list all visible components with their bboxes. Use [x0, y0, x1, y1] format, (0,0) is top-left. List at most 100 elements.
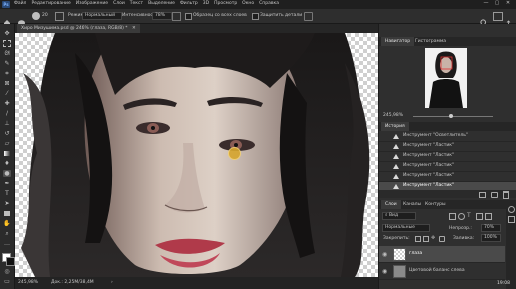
menu-window[interactable]: Окно [242, 1, 254, 6]
history-item[interactable]: Инструмент "Ластик" [379, 152, 516, 162]
quick-select-tool-icon[interactable]: ✎ [3, 60, 11, 67]
hand-tool-icon[interactable]: ✋ [3, 220, 11, 227]
share-icon[interactable] [505, 12, 512, 27]
home-icon[interactable] [3, 12, 11, 26]
menu-layers[interactable]: Слои [113, 1, 125, 6]
fill-field[interactable]: 100% [481, 234, 501, 242]
brush-settings-icon[interactable] [55, 12, 64, 21]
menu-text[interactable]: Текст [130, 1, 143, 6]
layer-row[interactable]: ◉ глаза [379, 246, 505, 263]
crop-tool-icon[interactable]: ⌗ [3, 70, 11, 77]
gradient-tool-icon[interactable] [3, 150, 11, 157]
visibility-eye-icon[interactable]: ◉ [382, 268, 387, 275]
healing-brush-tool-icon[interactable]: ✚ [3, 100, 11, 107]
lock-pixels-icon[interactable] [415, 236, 421, 242]
tab-layers[interactable]: Слои [381, 200, 401, 209]
sponge-tool-icon-active[interactable]: ● [3, 170, 11, 177]
menu-edit[interactable]: Редактирование [31, 1, 70, 6]
camera-icon[interactable] [491, 192, 498, 198]
main-menu: Файл Редактирование Изображение Слои Текст Вы… [14, 1, 284, 7]
maximize-button[interactable]: ▢ [493, 1, 501, 6]
type-tool-icon[interactable]: T [3, 190, 11, 197]
airbrush-icon[interactable] [172, 12, 181, 21]
history-item[interactable]: Инструмент "Ластик" [379, 172, 516, 182]
blend-mode-select[interactable]: Нормальные [382, 224, 430, 232]
lock-label: Закрепить: [383, 236, 410, 241]
screen-mode-icon[interactable]: ▭ [3, 278, 11, 285]
protect-detail-checkbox[interactable] [252, 13, 259, 20]
lasso-tool-icon[interactable]: ᘛ [3, 50, 11, 57]
history-item[interactable]: Инструмент "Ластик" [379, 162, 516, 172]
blur-tool-icon[interactable]: ♦ [3, 160, 11, 167]
intensity-field[interactable]: 78% [152, 12, 172, 20]
lock-brush-icon[interactable] [423, 236, 429, 242]
menu-file[interactable]: Файл [14, 1, 26, 6]
close-window-button[interactable]: ✕ [504, 1, 512, 6]
menu-filter[interactable]: Фильтр [180, 1, 198, 6]
history-item[interactable]: Инструмент "Осветлитель" [379, 132, 516, 142]
menu-help[interactable]: Справка [259, 1, 279, 6]
background-color-swatch[interactable] [6, 257, 15, 266]
close-document-icon[interactable]: ✕ [132, 26, 136, 31]
document-canvas[interactable] [15, 33, 378, 277]
history-item[interactable]: Инструмент "Ластик" [379, 142, 516, 152]
clone-stamp-tool-icon[interactable]: ⊥ [3, 120, 11, 127]
filter-adjust-icon[interactable] [458, 213, 465, 220]
zoom-tool-icon[interactable]: ⌕ [3, 230, 11, 237]
layer-row[interactable]: ◉ Цветовой баланс слева [379, 263, 505, 280]
trash-icon[interactable] [503, 191, 509, 199]
pressure-icon[interactable] [304, 12, 313, 21]
status-zoom[interactable]: 245,98% [18, 280, 38, 286]
tool-icon [393, 134, 399, 139]
properties-panel-icon[interactable] [508, 216, 515, 223]
mode-select[interactable]: Нормальный [82, 12, 122, 20]
path-select-tool-icon[interactable]: ➤ [3, 200, 11, 207]
filter-type-icon[interactable]: T [467, 212, 471, 219]
frame-tool-icon[interactable]: ⊠ [3, 80, 11, 87]
sample-all-checkbox[interactable] [185, 13, 192, 20]
history-item-label: Инструмент "Осветлитель" [403, 133, 468, 138]
filter-shape-icon[interactable] [476, 213, 483, 220]
search-icon[interactable] [480, 12, 488, 27]
navigator-slider-knob[interactable] [449, 114, 453, 118]
status-arrow-icon[interactable]: › [111, 280, 113, 286]
pen-tool-icon[interactable]: ✒ [3, 180, 11, 187]
lock-all-icon[interactable] [439, 236, 445, 242]
document-tab[interactable]: Хиро Мизушима.psd @ 246% (глаза, RGB/8) … [17, 24, 140, 33]
history-brush-tool-icon[interactable]: ↺ [3, 130, 11, 137]
menu-3d[interactable]: 3D [203, 1, 209, 6]
workspace-icon[interactable] [493, 12, 503, 21]
layer-name[interactable]: Цветовой баланс слева [409, 268, 465, 274]
marquee-tool-icon[interactable] [3, 40, 11, 47]
menu-view[interactable]: Просмотр [214, 1, 237, 6]
move-tool-icon[interactable]: ✥ [3, 30, 11, 37]
navigator-zoom[interactable]: 245,98% [383, 113, 403, 119]
menu-select[interactable]: Выделение [148, 1, 175, 6]
rectangle-tool-icon[interactable] [3, 210, 11, 217]
eraser-tool-icon[interactable]: ▱ [3, 140, 11, 147]
snapshot-icon[interactable] [479, 192, 486, 198]
tab-histogram[interactable]: Гистограмма [411, 37, 450, 46]
layer-kind-filter[interactable]: ⌕ Вид [382, 212, 416, 220]
tool-icon [393, 174, 399, 179]
tab-paths[interactable]: Контуры [421, 200, 450, 209]
navigator-tabs: Навигатор Гистограмма [379, 37, 516, 46]
filter-smart-icon[interactable] [485, 213, 492, 220]
eyedropper-tool-icon[interactable]: ⁄ [3, 90, 11, 97]
lock-move-icon[interactable]: ✥ [431, 235, 435, 241]
quick-mask-icon[interactable]: ◎ [3, 268, 11, 275]
more-tools-icon[interactable]: … [3, 240, 11, 247]
navigator-zoom-slider[interactable] [413, 116, 493, 117]
menu-image[interactable]: Изображение [76, 1, 108, 6]
opacity-field[interactable]: 70% [481, 224, 501, 232]
brush-size-preview-icon[interactable] [32, 12, 40, 20]
layer-name[interactable]: глаза [409, 251, 422, 257]
minimize-button[interactable]: — [482, 1, 490, 6]
sponge-tool-icon[interactable] [17, 12, 26, 26]
brush-tool-icon[interactable]: ∕ [3, 110, 11, 117]
filter-pixel-icon[interactable] [449, 213, 456, 220]
visibility-eye-icon[interactable]: ◉ [382, 251, 387, 258]
tab-history[interactable]: История [381, 122, 409, 131]
tab-navigator[interactable]: Навигатор [381, 37, 415, 46]
adjust-panel-icon[interactable] [508, 206, 515, 213]
